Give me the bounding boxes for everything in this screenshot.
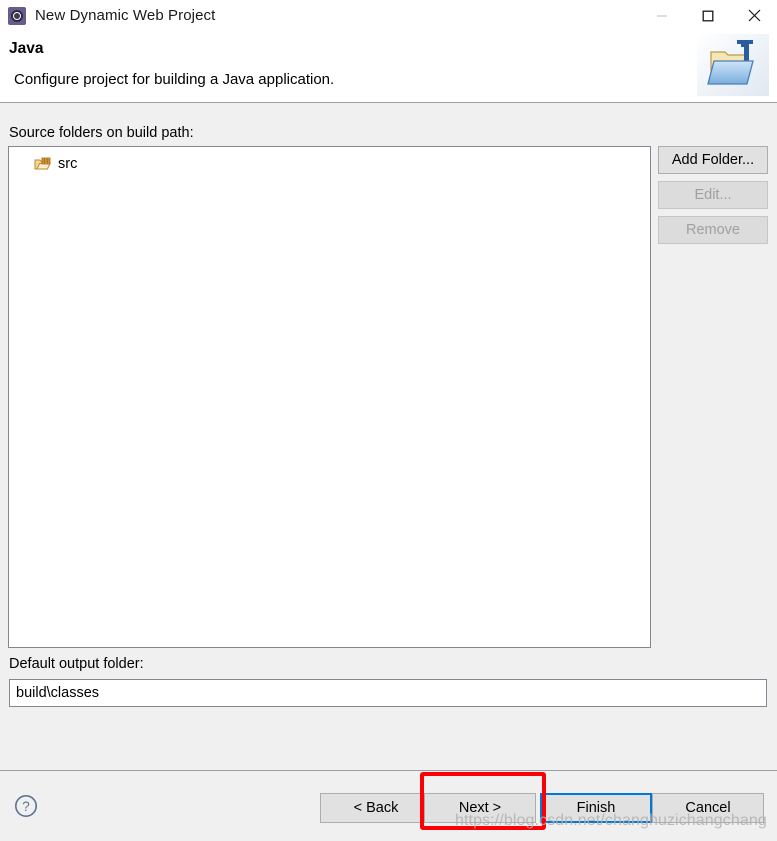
page-description: Configure project for building a Java ap… bbox=[14, 71, 335, 88]
close-icon[interactable] bbox=[731, 0, 777, 31]
page-title: Java bbox=[9, 40, 44, 57]
output-folder-input[interactable]: build\classes bbox=[9, 679, 767, 707]
package-folder-icon bbox=[34, 157, 51, 169]
svg-text:?: ? bbox=[22, 799, 30, 814]
remove-button: Remove bbox=[658, 216, 768, 244]
cancel-button[interactable]: Cancel bbox=[652, 793, 764, 823]
source-folders-list[interactable]: src bbox=[8, 146, 651, 648]
source-folders-label: Source folders on build path: bbox=[9, 125, 194, 141]
wizard-footer: ? < Back Next > Finish Cancel bbox=[0, 770, 777, 841]
back-button[interactable]: < Back bbox=[320, 793, 432, 823]
maximize-icon[interactable] bbox=[685, 0, 731, 31]
window-controls bbox=[639, 0, 777, 31]
help-question-icon[interactable]: ? bbox=[14, 794, 38, 818]
finish-button[interactable]: Finish bbox=[540, 793, 652, 823]
add-folder-button[interactable]: Add Folder... bbox=[658, 146, 768, 174]
source-folder-actions: Add Folder... Edit... Remove bbox=[658, 146, 768, 251]
next-button[interactable]: Next > bbox=[424, 793, 536, 823]
java-folder-icon bbox=[697, 34, 769, 96]
list-item-label: src bbox=[58, 156, 78, 172]
minimize-icon[interactable] bbox=[639, 0, 685, 31]
window-title: New Dynamic Web Project bbox=[35, 7, 216, 24]
output-folder-label: Default output folder: bbox=[9, 656, 144, 672]
wizard-body: Source folders on build path: src Add Fo… bbox=[0, 103, 777, 770]
title-bar: New Dynamic Web Project bbox=[0, 0, 777, 31]
list-item[interactable]: src bbox=[9, 153, 650, 175]
edit-button: Edit... bbox=[658, 181, 768, 209]
wizard-header: Java Configure project for building a Ja… bbox=[0, 31, 777, 103]
eclipse-wizard-icon bbox=[8, 6, 26, 25]
